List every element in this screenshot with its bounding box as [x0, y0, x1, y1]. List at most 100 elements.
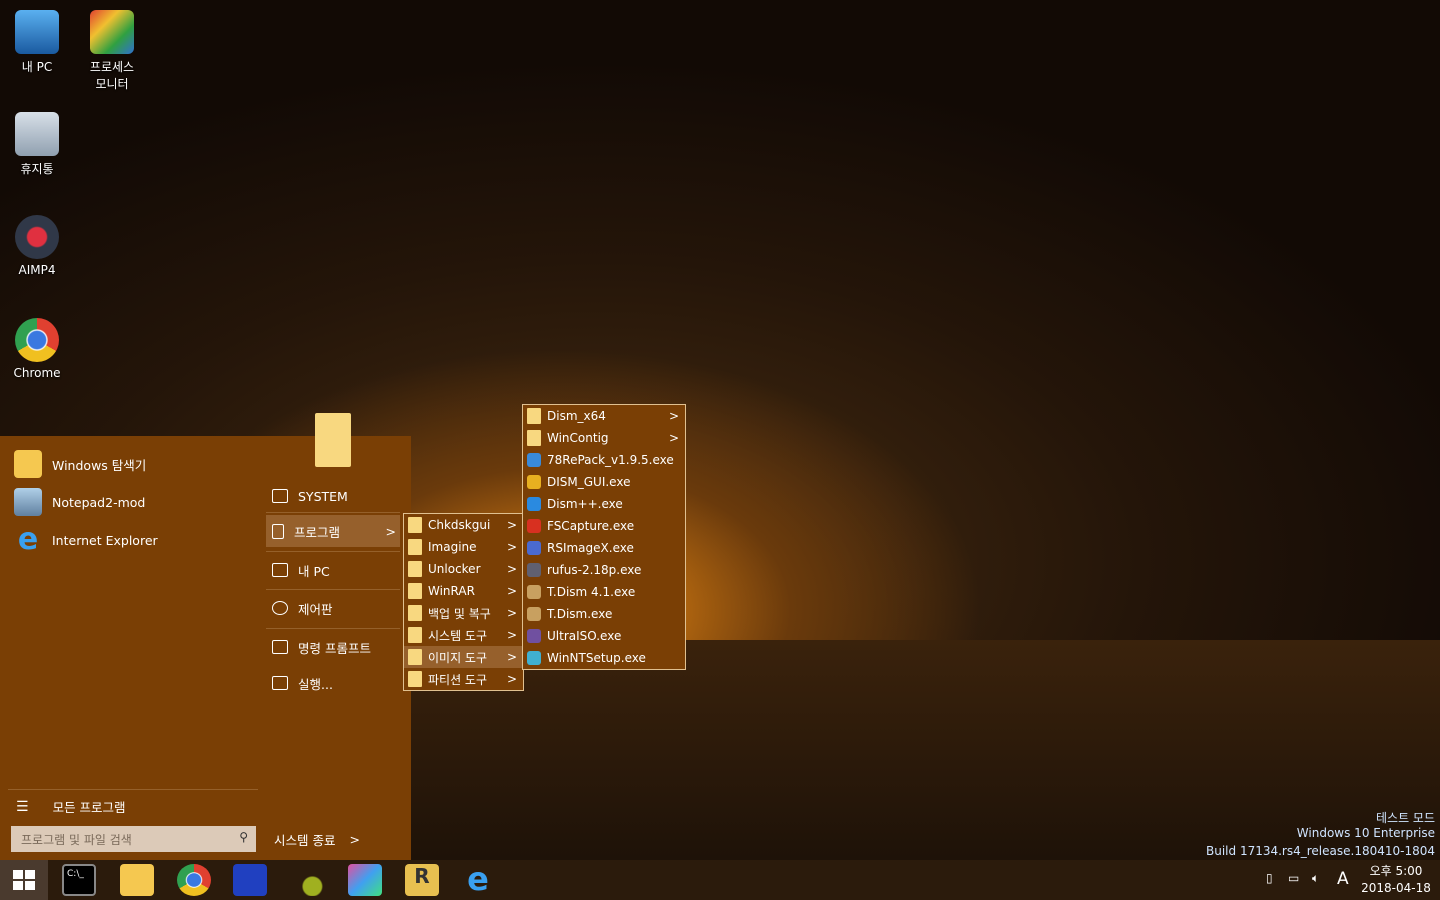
start-item-cmd[interactable]: 명령 프롬프트	[266, 631, 400, 663]
submenu-file[interactable]: WinNTSetup.exe	[523, 647, 685, 669]
search-input[interactable]: 프로그램 및 파일 검색 ⚲	[11, 826, 256, 852]
submenu-file[interactable]: UltraISO.exe	[523, 625, 685, 647]
pinned-windows-explorer[interactable]: Windows 탐색기	[14, 450, 146, 478]
submenu-file[interactable]: 78RePack_v1.9.5.exe	[523, 449, 685, 471]
taskbar-chrome[interactable]	[177, 864, 211, 896]
desktop-icon-process-monitor[interactable]: 프로세스 모니터	[76, 10, 148, 92]
list-icon: ☰	[16, 798, 29, 815]
shutdown-button[interactable]: 시스템 종료 >	[274, 830, 360, 849]
ime-indicator[interactable]: A	[1337, 869, 1349, 889]
process-monitor-icon	[90, 10, 134, 54]
taskbar-file-explorer[interactable]	[120, 864, 154, 896]
chevron-right-icon: >	[506, 584, 517, 598]
network-icon[interactable]: ▭	[1288, 871, 1299, 885]
usb-icon[interactable]: ▯	[1266, 871, 1273, 885]
programs-submenu: Chkdskgui > Imagine > Unlocker > WinRAR > 백업 및 복…	[403, 513, 524, 691]
desktop-icon-my-pc[interactable]: 내 PC	[1, 10, 73, 75]
wrench-icon	[272, 601, 288, 615]
taskbar-cmd[interactable]: C:\_	[62, 864, 96, 896]
test-mode-label: 테스트 모드	[1375, 811, 1435, 825]
computer-icon	[15, 10, 59, 54]
submenu-item[interactable]: Imagine >	[404, 536, 523, 558]
taskbar-paint[interactable]	[348, 864, 382, 896]
document-icon	[272, 523, 284, 539]
folder-icon	[408, 561, 422, 577]
search-icon: ⚲	[239, 830, 248, 844]
app-icon	[527, 541, 541, 555]
desktop-icon-recycle-bin[interactable]: 휴지통	[1, 112, 73, 177]
chevron-right-icon: >	[506, 540, 517, 554]
folder-icon	[527, 430, 541, 446]
pinned-notepad2[interactable]: Notepad2-mod	[14, 488, 145, 516]
app-icon	[527, 475, 541, 489]
chevron-right-icon: >	[668, 431, 679, 445]
start-item-my-pc[interactable]: 내 PC	[266, 554, 400, 586]
desktop-icon-aimp4[interactable]: AIMP4	[1, 215, 73, 277]
chevron-right-icon: >	[506, 518, 517, 532]
edition-label: Windows 10 Enterprise	[1296, 826, 1435, 840]
clock[interactable]: 오후 5:00 2018-04-18	[1358, 863, 1434, 897]
chevron-right-icon: >	[506, 672, 517, 686]
start-item-programs[interactable]: 프로그램 >	[266, 515, 400, 547]
submenu-folder[interactable]: Dism_x64 >	[523, 405, 685, 427]
taskbar-olive[interactable]	[292, 864, 326, 896]
app-icon	[527, 563, 541, 577]
chevron-right-icon: >	[668, 409, 679, 423]
start-item-system[interactable]: SYSTEM	[266, 480, 400, 512]
windows-logo-icon	[13, 870, 35, 890]
build-label: Build 17134.rs4_release.180410-1804	[1206, 844, 1435, 858]
submenu-file[interactable]: Dism++.exe	[523, 493, 685, 515]
submenu-file[interactable]: T.Dism.exe	[523, 603, 685, 625]
folder-icon	[408, 627, 422, 643]
cmd-icon	[272, 640, 288, 654]
folder-icon	[408, 649, 422, 665]
folder-icon	[408, 583, 422, 599]
folder-icon	[14, 450, 42, 478]
image-tools-submenu: Dism_x64 > WinContig >78RePack_v1.9.5.exe DI…	[522, 404, 686, 670]
folder-icon	[408, 605, 422, 621]
start-button[interactable]	[0, 860, 48, 900]
folder-icon	[408, 539, 422, 555]
submenu-file[interactable]: RSImageX.exe	[523, 537, 685, 559]
submenu-item[interactable]: 시스템 도구 >	[404, 624, 523, 646]
app-icon	[527, 497, 541, 511]
submenu-item[interactable]: 파티션 도구 >	[404, 668, 523, 690]
submenu-file[interactable]: DISM_GUI.exe	[523, 471, 685, 493]
chevron-right-icon: >	[349, 832, 360, 847]
submenu-item[interactable]: Unlocker >	[404, 558, 523, 580]
app-icon	[527, 629, 541, 643]
app-icon	[527, 453, 541, 467]
taskbar-rar[interactable]: R	[405, 864, 439, 896]
desktop-icon-chrome[interactable]: Chrome	[1, 318, 73, 380]
chrome-icon	[15, 318, 59, 362]
chevron-right-icon: >	[506, 650, 517, 664]
submenu-file[interactable]: T.Dism 4.1.exe	[523, 581, 685, 603]
chevron-right-icon: >	[385, 523, 396, 539]
app-icon	[527, 519, 541, 533]
chevron-right-icon: >	[506, 628, 517, 642]
laptop-icon	[272, 563, 288, 577]
all-programs-button[interactable]: ☰ 모든 프로그램	[16, 797, 126, 816]
app-icon	[527, 585, 541, 599]
volume-icon[interactable]: 🔈︎	[1312, 871, 1319, 886]
aimp-icon	[15, 215, 59, 259]
submenu-folder[interactable]: WinContig >	[523, 427, 685, 449]
submenu-file[interactable]: rufus-2.18p.exe	[523, 559, 685, 581]
taskbar-internet-explorer[interactable]: e	[461, 863, 495, 896]
user-folder-icon	[315, 413, 351, 467]
app-icon	[527, 651, 541, 665]
taskbar: C:\_ R e ▯ ▭ 🔈︎ A 오후 5:00 2018-04-18	[0, 860, 1440, 900]
taskbar-save[interactable]	[233, 864, 267, 896]
recycle-bin-icon	[15, 112, 59, 156]
submenu-item[interactable]: Chkdskgui >	[404, 514, 523, 536]
submenu-file[interactable]: FSCapture.exe	[523, 515, 685, 537]
chevron-right-icon: >	[506, 606, 517, 620]
app-icon	[527, 607, 541, 621]
start-item-run[interactable]: 실행...	[266, 667, 400, 699]
pinned-internet-explorer[interactable]: e Internet Explorer	[14, 525, 158, 555]
submenu-item[interactable]: 백업 및 복구 >	[404, 602, 523, 624]
user-folder-icon	[272, 489, 288, 503]
submenu-item[interactable]: WinRAR >	[404, 580, 523, 602]
submenu-item[interactable]: 이미지 도구 >	[404, 646, 523, 668]
start-item-control-panel[interactable]: 제어판	[266, 592, 400, 624]
